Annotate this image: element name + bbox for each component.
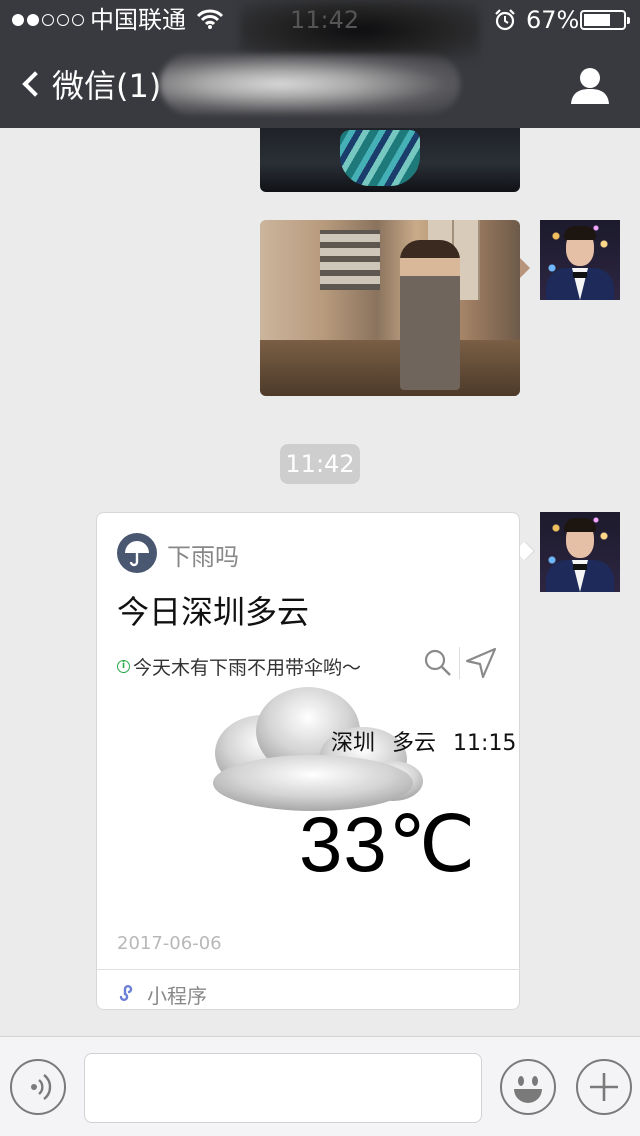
location-arrow-icon[interactable] (463, 645, 499, 681)
wifi-icon (196, 9, 224, 29)
info-icon: i (117, 660, 130, 673)
avatar[interactable] (540, 220, 620, 300)
avatar[interactable] (540, 512, 620, 592)
more-button[interactable] (576, 1059, 632, 1115)
card-footer: 小程序 (97, 969, 521, 1011)
temperature: 33℃ (299, 800, 477, 888)
alarm-icon (495, 9, 515, 31)
emoji-button[interactable] (500, 1059, 556, 1115)
mini-program-name: 下雨吗 (167, 543, 239, 571)
plus-icon (590, 1073, 618, 1101)
battery-icon (580, 10, 630, 30)
card-date: 2017-06-06 (117, 933, 222, 953)
city-label: 深圳 (331, 731, 376, 756)
card-title: 今日深圳多云 (117, 593, 310, 631)
redacted-contact-name (160, 54, 460, 114)
carrier-label: 中国联通 (90, 6, 186, 34)
smiley-icon (514, 1076, 542, 1103)
weather-summary: 深圳 多云 11:15 (331, 725, 516, 757)
umbrella-icon (117, 533, 157, 573)
weather-tip: i 今天木有下雨不用带伞哟～ (117, 653, 361, 680)
nav-header: 中国联通 11:42 67% 微信(1) (0, 0, 640, 128)
search-icon[interactable] (423, 647, 453, 679)
back-button[interactable]: 微信(1) (16, 58, 161, 110)
status-time: 11:42 (290, 6, 360, 34)
message-input[interactable] (84, 1053, 482, 1123)
chat-area[interactable]: 11:42 下雨吗 今日深圳多云 i 今天木有下雨不用带伞哟～ 深圳 多云 11… (0, 128, 640, 1036)
image-message[interactable] (260, 128, 520, 192)
condition-label: 多云 (392, 731, 437, 756)
mini-program-card[interactable]: 下雨吗 今日深圳多云 i 今天木有下雨不用带伞哟～ 深圳 多云 11:15 33… (96, 512, 521, 1011)
battery-percent: 67% (526, 6, 580, 34)
voice-button[interactable] (10, 1059, 66, 1115)
input-bar (0, 1036, 640, 1136)
chevron-left-icon (22, 71, 48, 97)
status-bar: 中国联通 11:42 67% (0, 0, 640, 40)
image-message[interactable] (260, 220, 520, 396)
update-time: 11:15 (453, 731, 517, 756)
weather-tip-text: 今天木有下雨不用带伞哟～ (133, 657, 362, 679)
mini-program-icon (119, 984, 133, 1002)
voice-icon (31, 1074, 52, 1100)
time-divider: 11:42 (280, 444, 360, 484)
back-label: 微信(1) (52, 67, 162, 105)
mini-program-label: 小程序 (147, 984, 207, 1008)
signal-strength-icon (12, 14, 84, 26)
profile-icon[interactable] (568, 66, 612, 106)
